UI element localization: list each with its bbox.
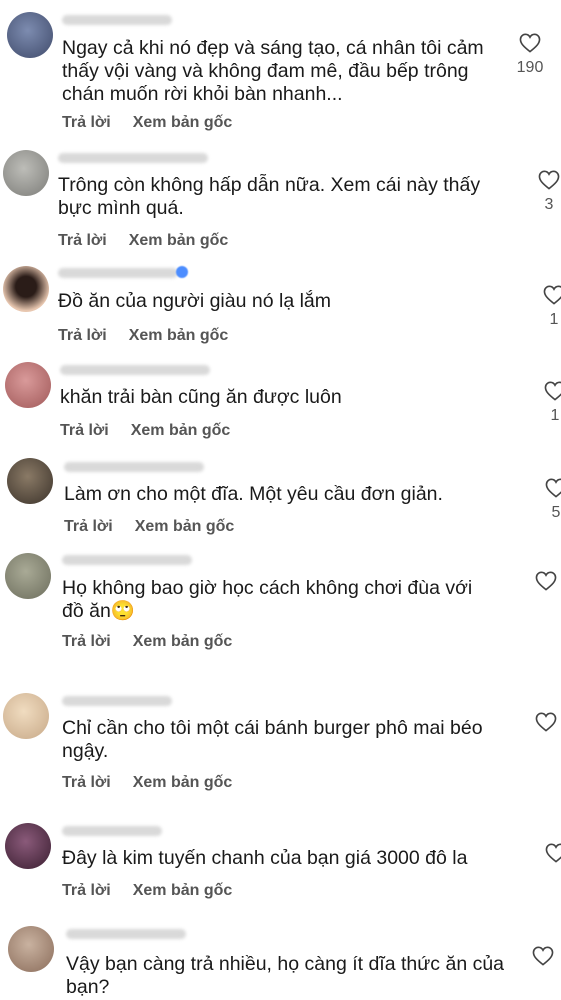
comment-line: Làm ơn cho một đĩa. Một yêu cầu đơn giản… (64, 483, 443, 505)
heart-icon[interactable] (543, 285, 561, 305)
username-blurred[interactable] (62, 15, 172, 25)
comment-text: Trông còn không hấp dẫn nữa. Xem cái này… (58, 174, 480, 220)
comment-line: chán muốn rời khỏi bàn nhanh... (62, 83, 343, 105)
like-count: 1 (550, 407, 560, 424)
like-control: 1 (524, 285, 561, 329)
username-blurred[interactable] (66, 929, 186, 939)
heart-icon[interactable] (519, 33, 541, 53)
like-count: 1 (549, 311, 559, 328)
verified-badge-icon (176, 266, 188, 278)
comment-line: Họ không bao giờ học cách không chơi đùa… (62, 577, 473, 599)
avatar[interactable] (8, 926, 54, 972)
comment-text: Đồ ăn của người giàu nó lạ lắm (58, 290, 331, 313)
comment-text: Làm ơn cho một đĩa. Một yêu cầu đơn giản… (64, 483, 443, 506)
reply-button[interactable]: Trả lời (58, 327, 107, 344)
like-control: 1 (525, 381, 561, 425)
comment-text: Đây là kim tuyến chanh của bạn giá 3000 … (62, 847, 467, 870)
like-count: 3 (544, 196, 554, 213)
username-blurred[interactable] (64, 462, 204, 472)
view-original-button[interactable]: Xem bản gốc (129, 327, 229, 344)
comment-line: Ngay cả khi nó đẹp và sáng tạo, cá nhân … (62, 37, 484, 59)
comment-line: Đây là kim tuyến chanh của bạn giá 3000 … (62, 847, 468, 869)
like-control (516, 571, 561, 591)
heart-icon[interactable] (544, 381, 561, 401)
view-original-button[interactable]: Xem bản gốc (133, 774, 233, 791)
reply-button[interactable]: Trả lời (62, 114, 111, 131)
heart-icon[interactable] (538, 170, 560, 190)
avatar[interactable] (7, 12, 53, 58)
avatar[interactable] (5, 553, 51, 599)
reply-button[interactable]: Trả lời (62, 882, 111, 899)
username-blurred[interactable] (60, 365, 210, 375)
comment-line: Trông còn không hấp dẫn nữa. Xem cái này… (58, 174, 481, 196)
view-original-button[interactable]: Xem bản gốc (129, 232, 229, 249)
like-count: 190 (516, 59, 544, 76)
avatar[interactable] (7, 458, 53, 504)
like-control: 5 (526, 478, 561, 522)
username-blurred[interactable] (62, 555, 192, 565)
view-original-button[interactable]: Xem bản gốc (135, 518, 235, 535)
comment-line: thấy vội vàng và không đam mê, đầu bếp t… (62, 60, 469, 82)
comment-line: Đồ ăn của người giàu nó lạ lắm (58, 290, 331, 312)
comment-text: Vậy bạn càng trả nhiều, họ càng ít dĩa t… (66, 953, 504, 999)
comment-text: Họ không bao giờ học cách không chơi đùa… (62, 577, 472, 623)
comment-text: Ngay cả khi nó đẹp và sáng tạo, cá nhân … (62, 37, 484, 106)
comment-text: khăn trải bàn cũng ăn được luôn (60, 386, 342, 409)
like-control (516, 712, 561, 732)
like-control: 190 (500, 33, 560, 77)
username-blurred[interactable] (62, 696, 172, 706)
comment-line: bạn? (66, 976, 110, 998)
view-original-button[interactable]: Xem bản gốc (133, 114, 233, 131)
avatar[interactable] (3, 150, 49, 196)
heart-icon[interactable] (545, 478, 561, 498)
view-original-button[interactable]: Xem bản gốc (133, 633, 233, 650)
like-count: 5 (551, 504, 561, 521)
comment-line: đồ ăn🙄 (62, 600, 136, 622)
comment-text: Chỉ cần cho tôi một cái bánh burger phô … (62, 717, 483, 763)
avatar[interactable] (3, 266, 49, 312)
like-control (513, 946, 561, 966)
comment-line: ngậy. (62, 740, 109, 762)
heart-icon[interactable] (545, 843, 561, 863)
comment-line: Vậy bạn càng trả nhiều, họ càng ít dĩa t… (66, 953, 505, 975)
reply-button[interactable]: Trả lời (60, 422, 109, 439)
avatar[interactable] (3, 693, 49, 739)
reply-button[interactable]: Trả lời (62, 774, 111, 791)
like-control (526, 843, 561, 863)
username-blurred[interactable] (58, 268, 178, 278)
username-blurred[interactable] (62, 826, 162, 836)
username-blurred[interactable] (58, 153, 208, 163)
heart-icon[interactable] (532, 946, 554, 966)
avatar[interactable] (5, 362, 51, 408)
comment-line: bực mình quá. (58, 197, 184, 219)
view-original-button[interactable]: Xem bản gốc (133, 882, 233, 899)
reply-button[interactable]: Trả lời (58, 232, 107, 249)
reply-button[interactable]: Trả lời (64, 518, 113, 535)
reply-button[interactable]: Trả lời (62, 633, 111, 650)
like-control: 3 (519, 170, 561, 214)
comment-line: Chỉ cần cho tôi một cái bánh burger phô … (62, 717, 483, 739)
avatar[interactable] (5, 823, 51, 869)
view-original-button[interactable]: Xem bản gốc (131, 422, 231, 439)
heart-icon[interactable] (535, 571, 557, 591)
heart-icon[interactable] (535, 712, 557, 732)
comment-line: khăn trải bàn cũng ăn được luôn (60, 386, 342, 408)
